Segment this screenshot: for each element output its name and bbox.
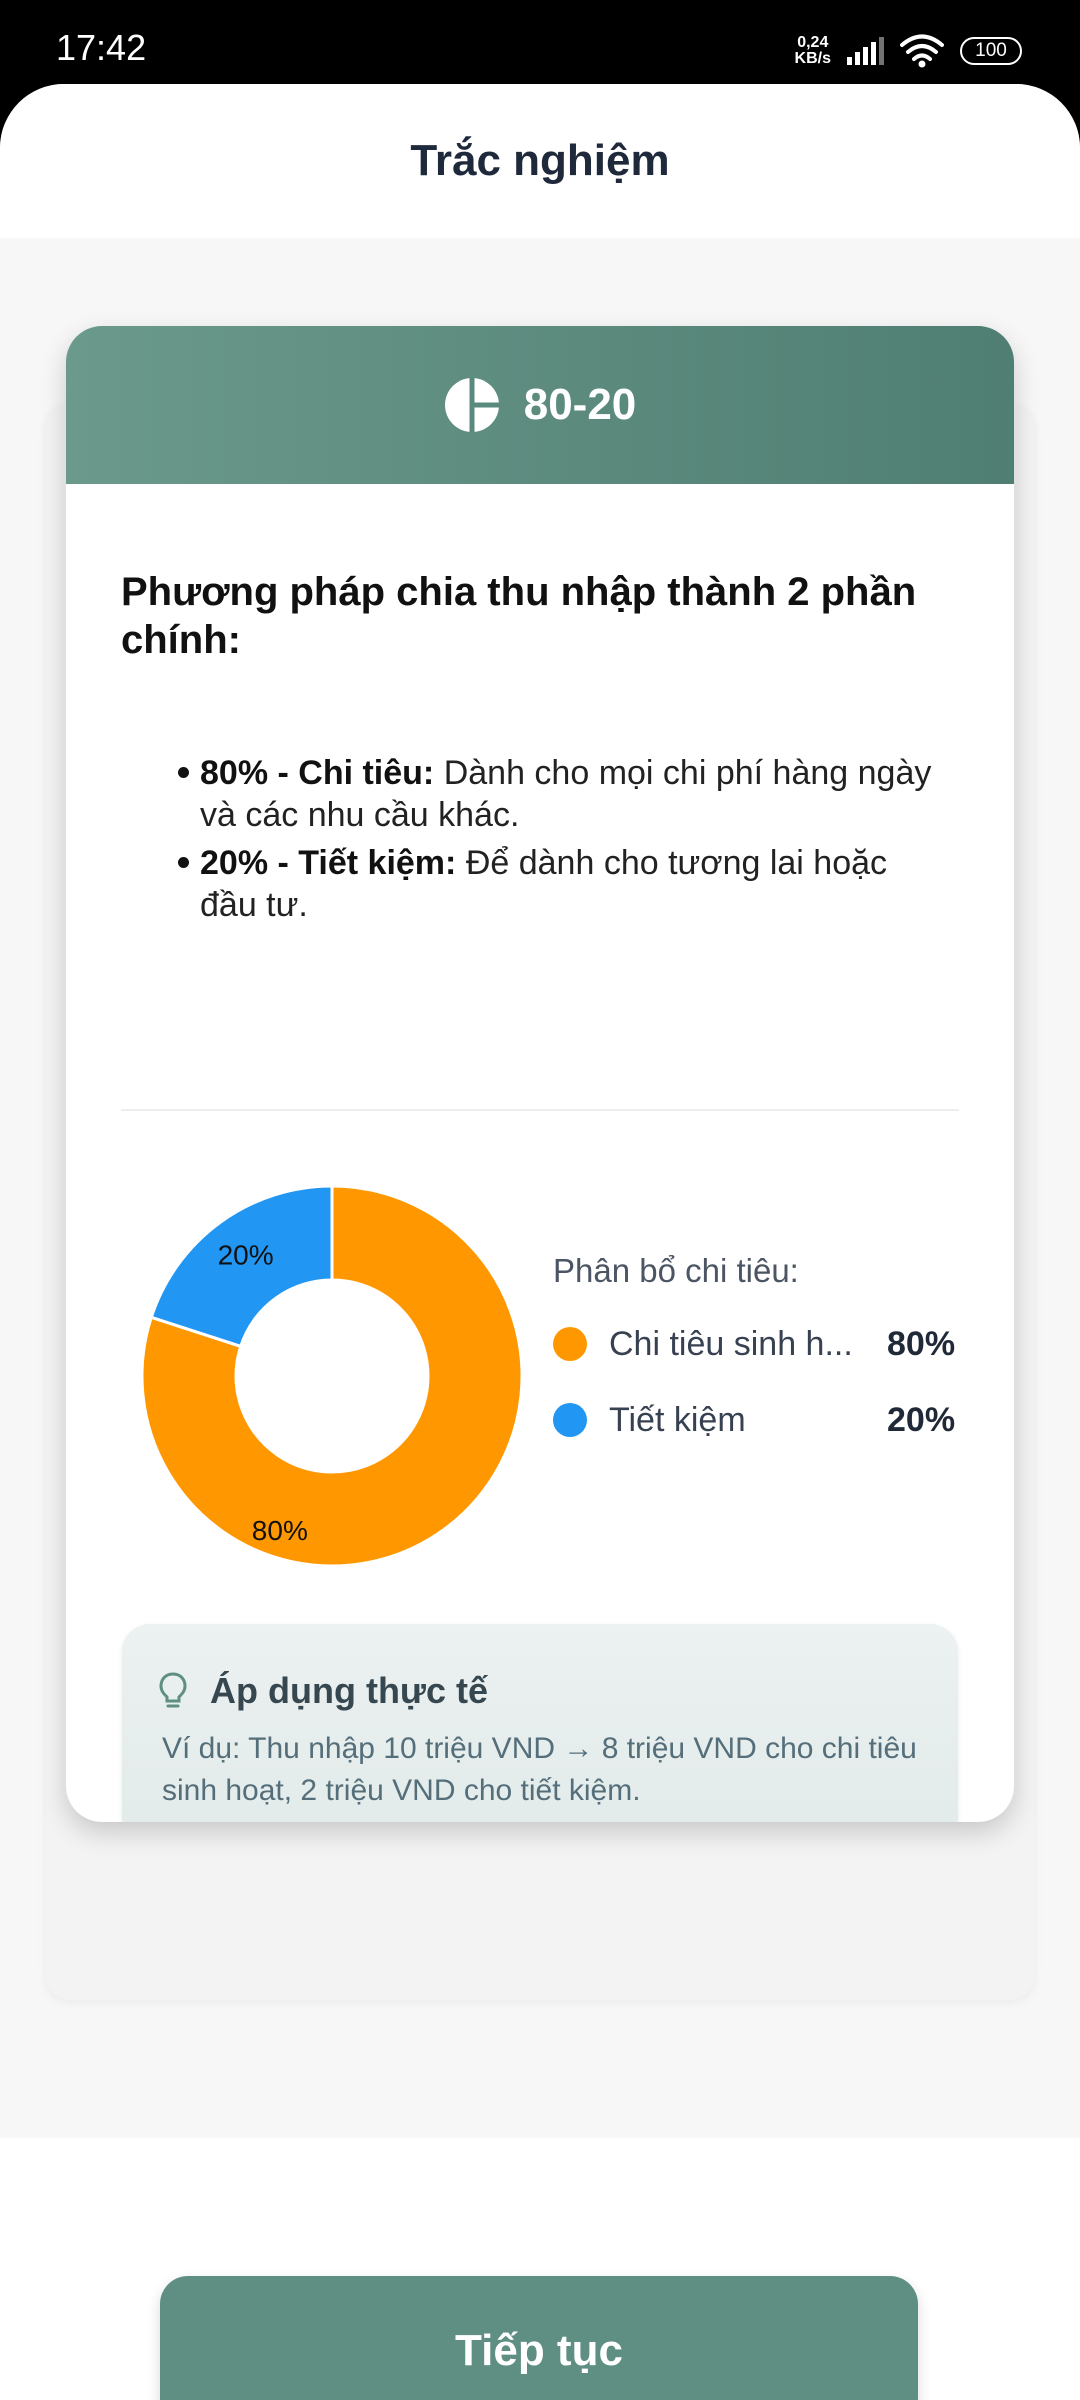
app-header: Trắc nghiệm [0,84,1080,238]
network-speed: 0,24 KB/s [795,35,831,67]
bullet-bold: 80% - Chi tiêu: [200,754,435,792]
legend-item-savings: Tiết kiệm 20% [553,1400,973,1440]
wifi-icon [900,34,944,68]
legend-label-savings: Tiết kiệm [609,1400,746,1439]
bullet-list: 80% - Chi tiêu: Dành cho mọi chi phí hàn… [178,752,938,932]
network-speed-unit: KB/s [794,50,831,67]
legend-dot-savings [553,1403,587,1437]
legend-title: Phân bổ chi tiêu: [553,1252,799,1289]
legend-label-spending: Chi tiêu sinh h... [609,1324,853,1363]
legend-dot-spending [553,1327,587,1361]
legend-item-spending: Chi tiêu sinh h... 80% [553,1324,973,1364]
card-title: 80-20 [523,380,637,429]
donut-label-savings: 20% [218,1239,274,1270]
card-header: 80-20 [66,326,1014,484]
continue-button[interactable]: Tiếp tục [160,2276,918,2400]
status-time: 17:42 [56,27,147,68]
legend-value-savings: 20% [887,1400,956,1439]
status-icons: 0,24 KB/s 100 [795,34,1022,68]
list-item: 20% - Tiết kiệm: Để dành cho tương lai h… [178,842,938,926]
tip-box: Áp dụng thực tế Ví dụ: Thu nhập 10 triệu… [122,1624,958,1822]
status-bar: 17:42 0,24 KB/s 100 [0,0,1080,84]
network-speed-value: 0,24 [797,34,829,51]
donut-label-spending: 80% [252,1515,308,1546]
list-item: 80% - Chi tiêu: Dành cho mọi chi phí hàn… [178,752,938,836]
app-screen: Trắc nghiệm 80-20 Phương pháp chia thu n… [0,84,1080,2400]
pie-chart-icon [444,377,500,433]
tip-title: Áp dụng thực tế [210,1670,489,1711]
card-heading: Phương pháp chia thu nhập thành 2 phần c… [121,570,917,662]
battery-icon: 100 [960,37,1022,65]
signal-icon [847,37,884,65]
divider [121,1109,959,1111]
bottom-bar: Tiếp tục [0,2138,1080,2400]
bullet-bold: 20% - Tiết kiệm: [200,844,457,882]
lightbulb-icon [159,1672,187,1708]
legend-value-spending: 80% [887,1324,956,1363]
page-title: Trắc nghiệm [410,136,670,185]
chart-legend: Phân bổ chi tiêu: Chi tiêu sinh h... 80%… [553,1252,973,1476]
donut-chart: 80% 20% [140,1184,524,1568]
method-card: 80-20 Phương pháp chia thu nhập thành 2 … [66,326,1014,1822]
tip-header: Áp dụng thực tế [158,1670,488,1712]
tip-text: Ví dụ: Thu nhập 10 triệu VND → 8 triệu V… [162,1732,917,1807]
battery-level: 100 [975,40,1007,61]
